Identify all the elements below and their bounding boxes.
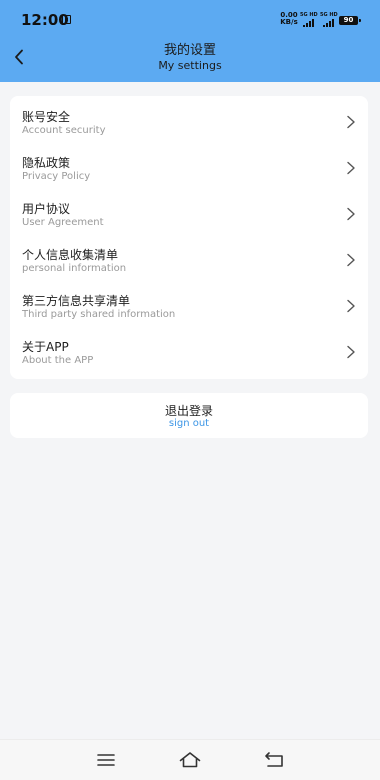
nav-back-button[interactable]: [263, 750, 287, 770]
menu-item-third-party-sharing[interactable]: 第三方信息共享清单 Third party shared information: [10, 282, 368, 328]
nav-home-button[interactable]: [178, 750, 202, 770]
menu-item-about-app[interactable]: 关于APP About the APP: [10, 328, 368, 374]
menu-item-label: 关于APP: [22, 340, 69, 354]
sign-out-sublabel: sign out: [168, 418, 210, 429]
menu-item-sublabel: About the APP: [22, 355, 94, 366]
menu-item-user-agreement[interactable]: 用户协议 User Agreement: [10, 190, 368, 236]
menu-item-sublabel: User Agreement: [22, 217, 104, 228]
page-title: 我的设置: [163, 43, 216, 58]
page-subtitle: My settings: [158, 59, 222, 72]
menu-icon: [97, 754, 115, 766]
sign-out-label: 退出登录: [164, 404, 213, 418]
chevron-right-icon: [347, 115, 355, 129]
menu-item-label: 用户协议: [22, 202, 71, 216]
sim2-network-tag: 5G HD: [320, 12, 338, 18]
sim1-network-tag: 5G HD: [300, 12, 318, 18]
menu-item-label: 隐私政策: [22, 156, 71, 170]
network-speed: 0.00 KB/s: [279, 12, 299, 26]
menu-item-label: 个人信息收集清单: [22, 248, 119, 262]
menu-item-sublabel: personal information: [22, 263, 127, 274]
back-icon: [265, 752, 283, 767]
chevron-right-icon: [347, 345, 355, 359]
status-bar: 12:00 0.00 KB/s 5G HD 5G HD 90: [0, 0, 380, 38]
sim-card-icon: [62, 15, 71, 24]
chevron-right-icon: [347, 161, 355, 175]
chevron-right-icon: [347, 299, 355, 313]
menu-item-account-security[interactable]: 账号安全 Account security: [10, 98, 368, 144]
menu-item-personal-information[interactable]: 个人信息收集清单 personal information: [10, 236, 368, 282]
chevron-right-icon: [347, 253, 355, 267]
menu-item-privacy-policy[interactable]: 隐私政策 Privacy Policy: [10, 144, 368, 190]
signal-strength-icon: 5G HD: [320, 13, 340, 27]
nav-menu-button[interactable]: [94, 750, 118, 770]
chevron-right-icon: [347, 207, 355, 221]
battery-icon: 90: [339, 16, 361, 25]
menu-item-sublabel: Privacy Policy: [22, 171, 91, 182]
menu-item-sublabel: Account security: [22, 125, 106, 136]
system-navigation-bar: [0, 739, 380, 780]
menu-item-label: 第三方信息共享清单: [22, 294, 131, 308]
menu-item-label: 账号安全: [22, 110, 71, 124]
menu-item-sublabel: Third party shared information: [22, 309, 176, 320]
sign-out-button[interactable]: 退出登录 sign out: [10, 393, 368, 438]
network-speed-unit: KB/s: [280, 18, 298, 26]
settings-menu: 账号安全 Account security 隐私政策 Privacy Polic…: [10, 96, 368, 379]
signal-strength-icon: 5G HD: [300, 13, 320, 27]
header-bar: 12:00 0.00 KB/s 5G HD 5G HD 90 我的设置 My s…: [0, 0, 380, 82]
home-icon: [179, 752, 201, 768]
